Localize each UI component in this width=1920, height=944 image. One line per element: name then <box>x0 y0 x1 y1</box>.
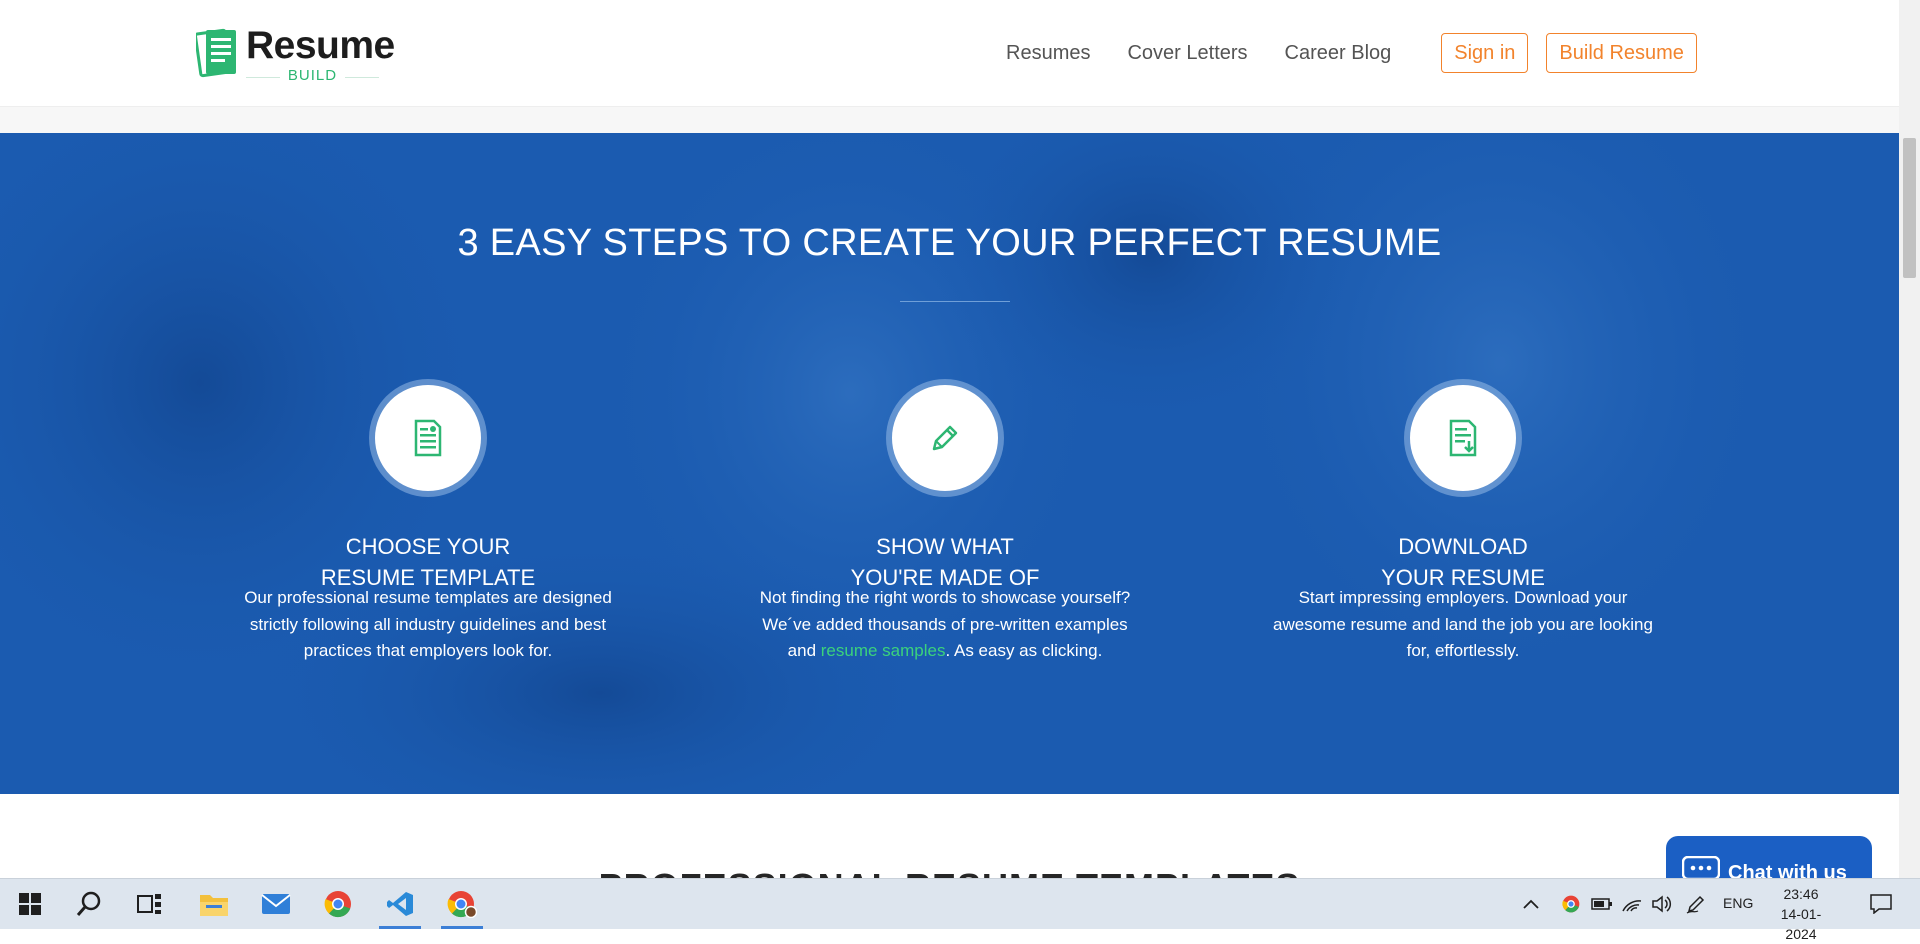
clock-time: 23:46 <box>1783 886 1819 902</box>
chrome-profile-button[interactable] <box>437 879 487 929</box>
resume-build-logo[interactable]: Resume BUILD <box>196 24 396 84</box>
clock-date: 14-01-2024 <box>1780 906 1822 942</box>
notifications-button[interactable] <box>1856 879 1906 929</box>
chevron-up-icon <box>1523 899 1539 909</box>
steps-heading: 3 EASY STEPS TO CREATE YOUR PERFECT RESU… <box>457 222 1442 264</box>
nav-resumes[interactable]: Resumes <box>1006 42 1090 65</box>
nav-cover-letters[interactable]: Cover Letters <box>1127 42 1247 65</box>
sign-in-button[interactable]: Sign in <box>1441 33 1529 73</box>
windows-start-button[interactable] <box>5 879 55 929</box>
step-description: Not finding the right words to showcase … <box>735 585 1155 665</box>
step-icon-circle <box>375 385 481 491</box>
site-header: Resume BUILD Resumes Cover Letters Caree… <box>0 0 1899 107</box>
tray-overflow-button[interactable] <box>1516 879 1546 929</box>
chrome-profile-icon <box>447 891 477 918</box>
system-clock[interactable]: 23:46 14-01-2024 <box>1766 884 1836 944</box>
step-icon-circle <box>892 385 998 491</box>
step-description: Start impressing employers. Download you… <box>1273 588 1653 660</box>
taskbar-search-button[interactable] <box>64 879 114 929</box>
step-title: DOWNLOAD YOUR RESUME <box>1253 531 1673 593</box>
pencil-icon <box>932 425 958 451</box>
mail-button[interactable] <box>251 879 301 929</box>
step-description: Our professional resume templates are de… <box>244 588 612 660</box>
step-title-line1: DOWNLOAD <box>1398 534 1528 559</box>
search-icon <box>76 891 101 916</box>
scrollbar-thumb[interactable] <box>1903 138 1916 278</box>
resume-document-icon <box>414 419 442 457</box>
file-explorer-button[interactable] <box>189 879 239 929</box>
tray-pen-button[interactable] <box>1682 879 1710 929</box>
battery-icon <box>1591 898 1612 910</box>
vscode-icon <box>387 892 413 916</box>
speaker-icon <box>1652 895 1672 913</box>
step-description-end: . As easy as clicking. <box>945 641 1103 660</box>
pen-icon <box>1686 895 1705 914</box>
windows-taskbar: ENG 23:46 14-01-2024 <box>0 878 1920 942</box>
build-resume-button[interactable]: Build Resume <box>1546 33 1697 73</box>
tray-network-button[interactable] <box>1618 879 1646 929</box>
heading-underline <box>900 301 1010 302</box>
chrome-button[interactable] <box>313 879 363 929</box>
windows-start-icon <box>19 893 41 915</box>
nav-career-blog[interactable]: Career Blog <box>1285 42 1392 65</box>
step-title-line1: SHOW WHAT <box>876 534 1014 559</box>
main-nav: Resumes Cover Letters Career Blog Sign i… <box>1006 33 1697 73</box>
step-title: CHOOSE YOUR RESUME TEMPLATE <box>218 531 638 593</box>
wifi-icon <box>1622 900 1642 912</box>
download-document-icon <box>1449 419 1477 457</box>
mail-icon <box>261 894 291 914</box>
chrome-icon <box>1562 895 1580 913</box>
task-view-button[interactable] <box>125 879 175 929</box>
step-icon-circle <box>1410 385 1516 491</box>
step-title: SHOW WHAT YOU'RE MADE OF <box>735 531 1155 593</box>
logo-sub: BUILD <box>246 68 379 84</box>
tray-chrome-button[interactable] <box>1558 879 1584 929</box>
logo-document-icon <box>196 28 236 78</box>
tray-volume-button[interactable] <box>1648 879 1676 929</box>
task-view-icon <box>137 894 161 914</box>
file-explorer-icon <box>200 895 228 916</box>
notification-icon <box>1870 894 1892 914</box>
header-divider-strip <box>0 107 1899 133</box>
vscode-button[interactable] <box>375 879 425 929</box>
tray-battery-button[interactable] <box>1588 879 1616 929</box>
logo-word: Resume <box>246 24 395 67</box>
resume-samples-link[interactable]: resume samples <box>821 641 946 660</box>
chrome-icon <box>324 891 351 918</box>
language-indicator[interactable]: ENG <box>1723 895 1753 911</box>
chat-widget-button[interactable]: Chat with us <box>1666 836 1872 885</box>
step-title-line1: CHOOSE YOUR <box>345 534 511 559</box>
steps-hero: 3 EASY STEPS TO CREATE YOUR PERFECT RESU… <box>0 133 1899 794</box>
page-scrollbar[interactable] <box>1899 0 1920 878</box>
